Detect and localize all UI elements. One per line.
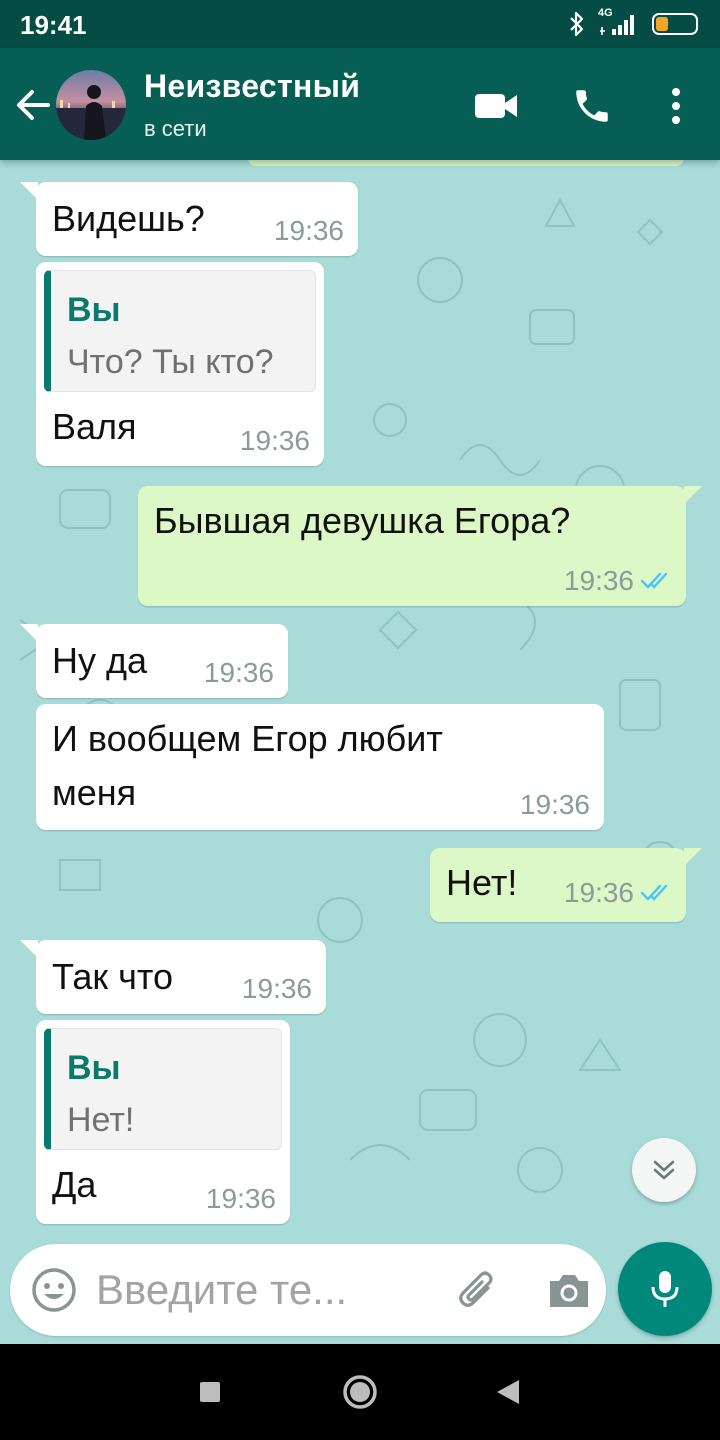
message-text-line-1: И вообщем Егор любит bbox=[52, 718, 443, 759]
incoming-message[interactable]: Видешь? 19:36 bbox=[20, 182, 358, 256]
system-navigation-bar bbox=[0, 1344, 720, 1440]
bubble-tail bbox=[20, 624, 38, 642]
voice-message-button[interactable] bbox=[618, 1242, 712, 1336]
message-time: 19:36 bbox=[564, 566, 672, 596]
message-text: Ну да bbox=[52, 640, 148, 681]
scroll-to-bottom-button[interactable] bbox=[632, 1138, 696, 1202]
quoted-author: Вы bbox=[67, 291, 121, 329]
quoted-message[interactable]: Вы Нет! bbox=[44, 1028, 282, 1150]
microphone-icon bbox=[651, 1271, 679, 1307]
home-button[interactable] bbox=[338, 1370, 382, 1414]
message-text: Нет! bbox=[446, 862, 518, 903]
bubble-tail bbox=[20, 182, 38, 200]
battery-fill bbox=[656, 17, 668, 31]
home-icon bbox=[343, 1375, 377, 1409]
message-text: Видешь? bbox=[52, 198, 205, 239]
message-time-text: 19:36 bbox=[519, 789, 590, 820]
read-ticks-icon bbox=[640, 884, 668, 901]
incoming-reply-message[interactable]: Вы Что? Ты кто? Валя 19:36 bbox=[36, 262, 324, 466]
voice-call-button[interactable] bbox=[568, 82, 616, 130]
message-list[interactable]: Видешь? 19:36 Вы Что? Ты кто? Валя 19:36… bbox=[0, 160, 720, 1232]
bubble-tail bbox=[20, 940, 38, 958]
chat-header: Неизвестный в сети bbox=[0, 48, 720, 160]
message-time: 19:36 bbox=[206, 1184, 276, 1214]
contact-status: в сети bbox=[144, 116, 207, 141]
attach-icon[interactable] bbox=[454, 1266, 504, 1316]
message-time: 19:36 bbox=[240, 426, 310, 456]
status-time: 19:41 bbox=[20, 10, 87, 40]
video-call-button[interactable] bbox=[472, 82, 520, 130]
incoming-reply-message[interactable]: Вы Нет! Да 19:36 bbox=[36, 1020, 290, 1224]
status-icons: 4G 31 bbox=[568, 7, 698, 40]
message-input[interactable] bbox=[96, 1264, 416, 1316]
back-arrow-icon[interactable] bbox=[12, 84, 54, 126]
back-triangle-icon bbox=[497, 1380, 519, 1404]
camera-icon[interactable] bbox=[544, 1266, 594, 1316]
quoted-message[interactable]: Вы Что? Ты кто? bbox=[44, 270, 316, 392]
battery-level: 31 bbox=[667, 16, 683, 32]
quoted-text: Нет! bbox=[67, 1101, 135, 1139]
message-time-text: 19:36 bbox=[273, 215, 344, 246]
message-time-text: 19:36 bbox=[563, 565, 634, 596]
bluetooth-icon bbox=[570, 11, 584, 37]
message-text: Бывшая девушка Егора? bbox=[154, 500, 571, 541]
read-ticks-icon bbox=[640, 572, 668, 589]
back-button[interactable] bbox=[486, 1370, 530, 1414]
avatar-photo bbox=[56, 85, 126, 140]
message-time: 19:36 bbox=[564, 878, 672, 908]
message-time: 19:36 bbox=[274, 216, 344, 246]
avatar[interactable] bbox=[56, 70, 126, 140]
incoming-message[interactable]: Так что 19:36 bbox=[20, 940, 326, 1014]
message-text: Так что bbox=[52, 956, 174, 997]
message-time-text: 19:36 bbox=[563, 877, 634, 908]
message-time: 19:36 bbox=[242, 974, 312, 1004]
quoted-text: Что? Ты кто? bbox=[67, 343, 274, 381]
quoted-author: Вы bbox=[67, 1049, 121, 1087]
signal-icon: 4G bbox=[598, 7, 640, 37]
message-time-text: 19:36 bbox=[239, 425, 310, 456]
message-time: 19:36 bbox=[520, 790, 590, 820]
incoming-message[interactable]: Ну да 19:36 bbox=[20, 624, 288, 698]
message-time-text: 19:36 bbox=[241, 973, 312, 1004]
battery-icon: 31 bbox=[652, 13, 698, 35]
message-text: Валя bbox=[52, 406, 137, 447]
contact-name[interactable]: Неизвестный bbox=[144, 68, 360, 105]
outgoing-message[interactable]: Бывшая девушка Егора? 19:36 bbox=[138, 486, 702, 606]
double-chevron-down-icon bbox=[653, 1160, 675, 1180]
message-text-line-2: меня bbox=[52, 772, 137, 813]
incoming-message[interactable]: И вообщем Егор любит меня 19:36 bbox=[36, 704, 604, 830]
message-text: Да bbox=[52, 1164, 97, 1205]
bubble-tail bbox=[684, 486, 702, 504]
recents-icon bbox=[200, 1382, 220, 1402]
message-time: 19:36 bbox=[204, 658, 274, 688]
message-time-text: 19:36 bbox=[205, 1183, 276, 1214]
status-bar: 19:41 4G 31 bbox=[0, 0, 720, 48]
more-options-button[interactable] bbox=[652, 82, 700, 130]
bubble-tail bbox=[684, 848, 702, 866]
emoji-icon[interactable] bbox=[30, 1266, 78, 1314]
previous-message-bubble bbox=[248, 160, 684, 166]
compose-bar bbox=[10, 1244, 606, 1336]
more-vert-icon bbox=[672, 88, 680, 124]
phone-icon bbox=[576, 90, 608, 122]
recents-button[interactable] bbox=[188, 1370, 232, 1414]
message-time-text: 19:36 bbox=[203, 657, 274, 688]
video-call-icon bbox=[475, 94, 517, 118]
outgoing-message[interactable]: Нет! 19:36 bbox=[430, 848, 702, 922]
